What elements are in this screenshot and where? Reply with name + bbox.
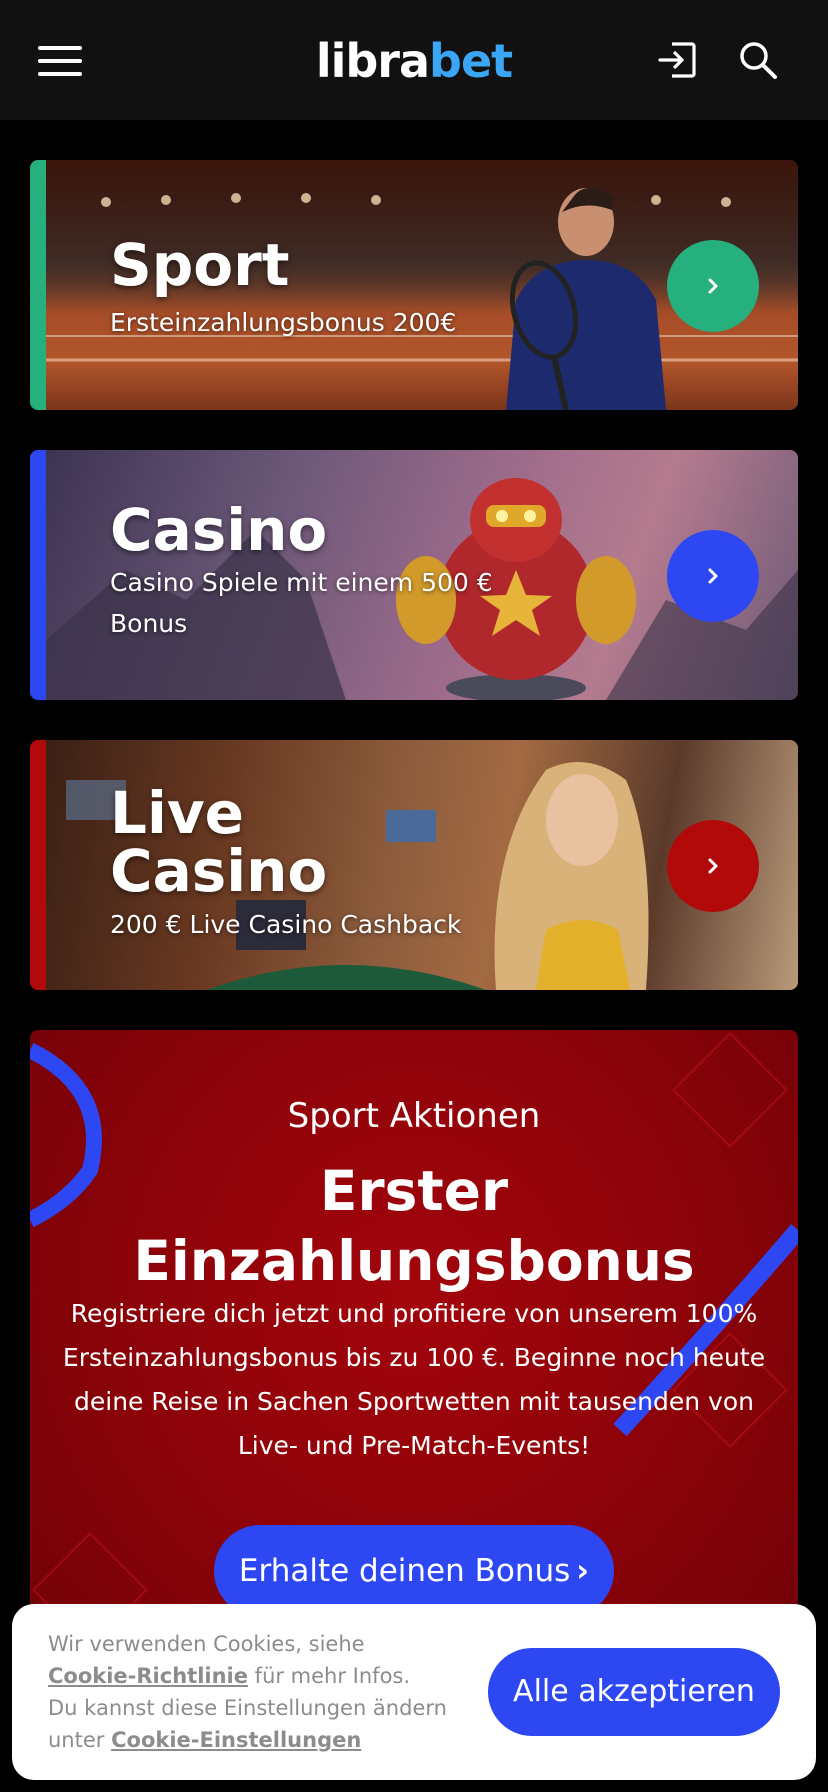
sport-promotions-section: Sport Aktionen Erster Einzahlungsbonus R… <box>30 1030 798 1690</box>
live-casino-arrow-button[interactable] <box>667 820 759 912</box>
live-casino-title-line1: Live <box>110 779 244 847</box>
sport-accent-bar <box>30 160 46 410</box>
live-casino-title-line2: Casino <box>110 837 328 905</box>
sport-arrow-button[interactable] <box>667 240 759 332</box>
casino-title: Casino <box>110 496 328 564</box>
promo-description: Registriere dich jetzt und profitiere vo… <box>62 1299 766 1460</box>
logo[interactable]: librabet <box>0 34 828 88</box>
cookie-banner: Wir verwenden Cookies, siehe Cookie-Rich… <box>12 1604 816 1780</box>
sport-subtitle: Ersteinzahlungsbonus 200€ <box>110 308 457 337</box>
search-icon[interactable] <box>738 40 778 80</box>
logo-text-libra: libra <box>315 34 430 88</box>
get-bonus-label: Erhalte deinen Bonus <box>238 1553 571 1589</box>
sport-card[interactable]: Sport Ersteinzahlungsbonus 200€ <box>30 160 798 410</box>
casino-subtitle: Casino Spiele mit einem 500 € Bonus <box>110 568 493 638</box>
cookie-text-part2: für mehr Infos. <box>254 1664 411 1688</box>
live-casino-card[interactable]: Live Casino 200 € Live Casino Cashback <box>30 740 798 990</box>
promo-title: Erster Einzahlungsbonus <box>133 1159 695 1293</box>
cookie-text: Wir verwenden Cookies, siehe Cookie-Rich… <box>48 1628 468 1756</box>
sport-title: Sport <box>110 231 290 299</box>
cookie-policy-link[interactable]: Cookie-Richtlinie <box>48 1664 248 1688</box>
top-bar: librabet <box>0 0 828 120</box>
live-casino-subtitle: 200 € Live Casino Cashback <box>110 910 462 939</box>
cookie-text-part1: Wir verwenden Cookies, siehe <box>48 1632 365 1656</box>
casino-arrow-button[interactable] <box>667 530 759 622</box>
casino-accent-bar <box>30 450 46 700</box>
login-icon[interactable] <box>656 40 698 80</box>
chevron-right-icon <box>708 568 718 584</box>
logo-text-bet: bet <box>429 34 513 88</box>
live-casino-accent-bar <box>30 740 46 990</box>
promo-category: Sport Aktionen <box>287 1096 541 1136</box>
chevron-right-icon <box>708 858 718 874</box>
casino-card[interactable]: Casino Casino Spiele mit einem 500 € Bon… <box>30 450 798 700</box>
chevron-right-icon <box>708 278 718 294</box>
cookie-settings-link[interactable]: Cookie-Einstellungen <box>111 1728 361 1752</box>
accept-all-button[interactable]: Alle akzeptieren <box>488 1648 780 1736</box>
